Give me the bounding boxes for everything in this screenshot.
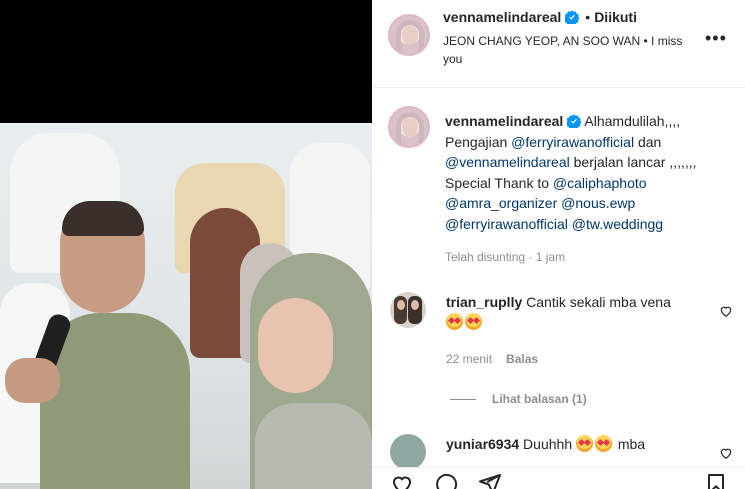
author-avatar[interactable] [388,14,430,56]
post-header: vennamelindareal • Diikuti JEON CHANG YEOP… [372,0,745,88]
separator-dot: • [585,9,591,25]
save-icon[interactable] [704,472,728,489]
heart-eyes-emoji [595,435,612,452]
caption-part: berjalan lancar ,,,,,,, [569,154,697,170]
replies-line [450,399,476,401]
mention-link[interactable]: @nous.ewp [561,195,635,211]
heart-eyes-emoji [576,435,593,452]
comment-text: Duuhhh [519,436,576,452]
heart-icon[interactable] [719,304,733,318]
caption-avatar[interactable] [388,106,430,148]
caption-username[interactable]: vennamelindareal [445,113,563,129]
comment-meta: 22 menit Balas [446,352,538,366]
comment-username[interactable]: trian_ruplly [446,294,522,310]
post-location[interactable]: JEON CHANG YEOP, AN SOO WAN • I miss you [443,32,683,68]
verified-badge-icon [567,114,582,128]
commenter-avatar[interactable] [390,292,426,328]
action-bar [372,467,745,489]
view-replies-button[interactable]: Lihat balasan (1) [450,392,587,406]
heart-icon[interactable] [719,446,733,460]
follow-status-button[interactable]: Diikuti [594,9,637,25]
heart-eyes-emoji [446,313,463,330]
comment-body: yuniar6934 Duuhhh mba [446,434,645,454]
caption-part: Special Thank to [445,174,553,191]
comment-text: mba [614,436,646,452]
like-heart-icon[interactable] [390,472,414,489]
more-options-icon[interactable]: ••• [705,28,727,49]
comment-text: Cantik sekali mba vena [522,294,671,310]
mention-link[interactable]: @ferryirawanofficial [511,134,634,150]
caption-part: Pengajian [445,133,512,150]
mention-link[interactable]: @tw.weddingg [572,216,663,232]
author-line: vennamelindareal • Diikuti [443,9,637,25]
share-icon[interactable] [478,472,502,489]
heart-eyes-emoji [465,313,482,330]
verified-badge-icon [565,10,580,24]
post-detail-panel: vennamelindareal • Diikuti JEON CHANG YEOP… [372,0,745,489]
mention-link[interactable]: @caliphaphoto [553,175,647,191]
mention-link[interactable]: @ferryirawanofficial [445,216,568,232]
caption-meta: Telah disunting · 1 jam [445,250,566,264]
comment-icon[interactable] [434,472,458,489]
commenter-avatar[interactable] [390,434,426,470]
caption-part: dan [634,133,662,150]
post-media[interactable] [0,0,372,489]
view-replies-label: Lihat balasan (1) [492,392,587,406]
author-username[interactable]: vennamelindareal [443,9,561,25]
post-photo [0,123,372,489]
caption-part: Alhamdulilah,,,, [581,113,681,129]
comment-time: 22 menit [446,352,493,366]
comment-username[interactable]: yuniar6934 [446,436,519,452]
caption-text: vennamelindareal Alhamdulilah,,,, Pengaj… [445,111,735,234]
comment-body: trian_ruplly Cantik sekali mba vena [446,292,671,332]
reply-button[interactable]: Balas [506,352,538,366]
mention-link[interactable]: @amra_organizer [445,195,557,211]
mention-link[interactable]: @vennamelindareal [445,154,570,170]
